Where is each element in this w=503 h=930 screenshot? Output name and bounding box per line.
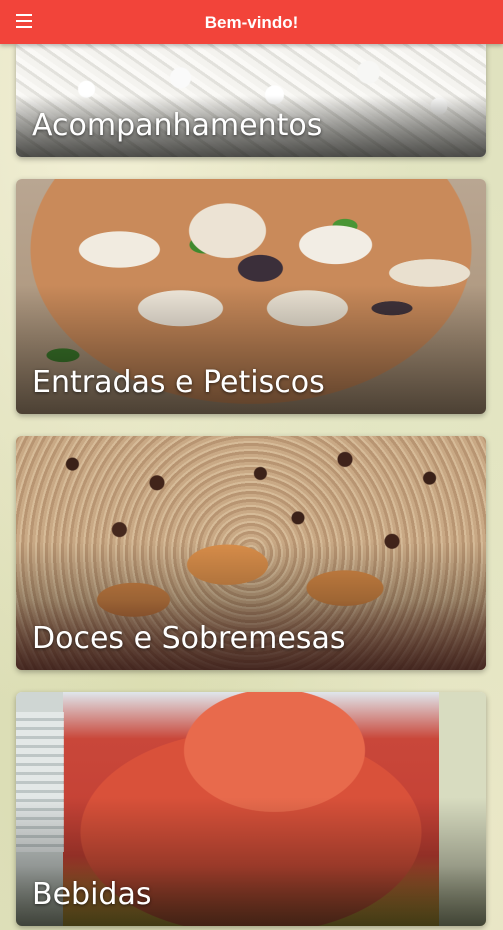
category-card-bebidas[interactable]: Bebidas bbox=[16, 692, 486, 926]
app-toolbar: Bem-vindo! bbox=[0, 0, 503, 44]
category-label: Doces e Sobremesas bbox=[32, 621, 346, 656]
category-list: Acompanhamentos Entradas e Petiscos Doce… bbox=[0, 0, 503, 930]
category-card-doces-e-sobremesas[interactable]: Doces e Sobremesas bbox=[16, 436, 486, 670]
page-title: Bem-vindo! bbox=[204, 13, 299, 32]
category-card-acompanhamentos[interactable]: Acompanhamentos bbox=[16, 44, 486, 157]
category-label: Entradas e Petiscos bbox=[32, 365, 325, 400]
category-card-entradas-e-petiscos[interactable]: Entradas e Petiscos bbox=[16, 179, 486, 414]
category-label: Bebidas bbox=[32, 877, 152, 912]
category-label: Acompanhamentos bbox=[32, 108, 323, 143]
